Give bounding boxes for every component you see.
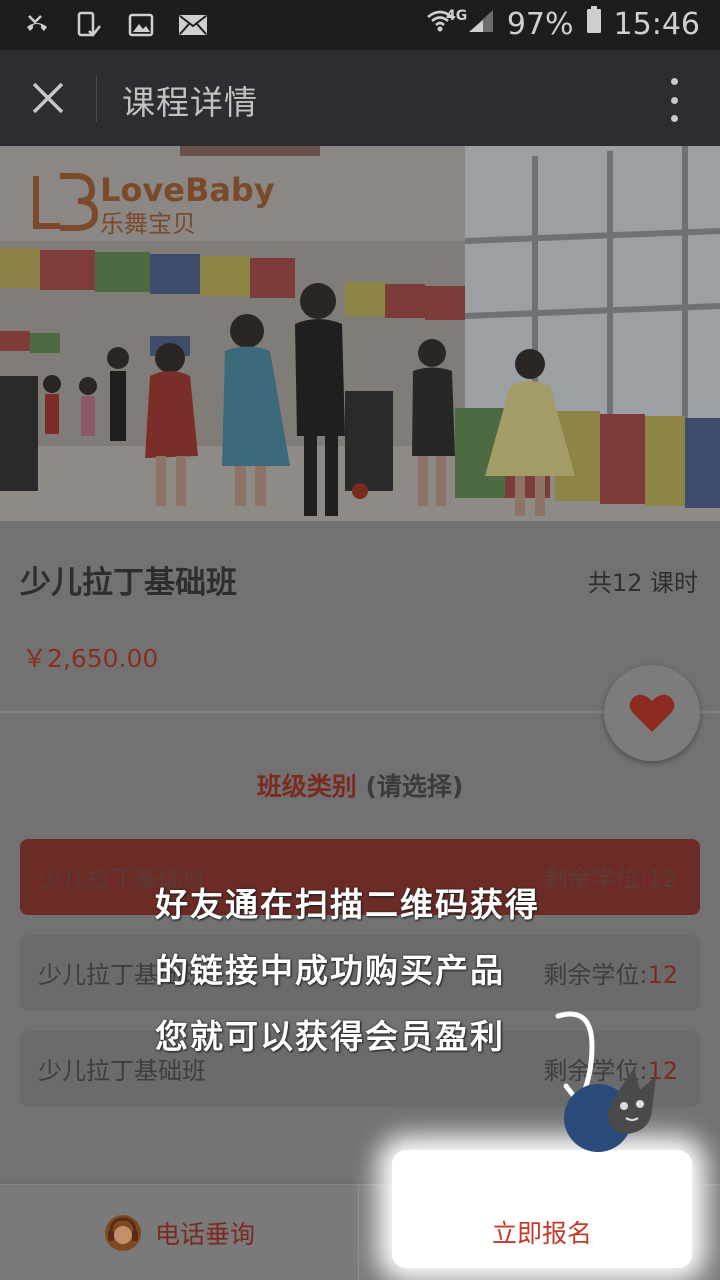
lesson-count: 共12 课时 [587, 569, 698, 597]
clock-time: 15:46 [613, 6, 700, 42]
nav-bar: 课程详情 [0, 50, 720, 146]
bottom-divider [358, 1185, 359, 1280]
signal-icon [467, 7, 495, 42]
status-bar: 4G 97% 15:46 [0, 0, 720, 50]
register-now-button[interactable]: 立即报名 [392, 1184, 692, 1280]
phone-check-icon [74, 10, 104, 40]
page-title: 课程详情 [122, 83, 258, 122]
annotation-line-1: 好友通在扫描二维码获得 [155, 885, 540, 924]
favorite-button[interactable] [604, 665, 700, 761]
class-title-main: 班级类别 [256, 772, 357, 801]
battery-icon [586, 6, 602, 42]
image-icon [126, 10, 156, 40]
missed-call-icon [22, 10, 52, 40]
phone-inquiry-label: 电话垂询 [154, 1220, 255, 1249]
heart-icon [629, 694, 675, 732]
annotation-line-2: 的链接中成功购买产品 [155, 951, 505, 990]
class-title-sub: (请选择) [365, 772, 464, 801]
class-option-seats: 剩余学位:12 [543, 961, 678, 989]
wifi-icon [425, 7, 455, 42]
battery-percent: 97% [506, 6, 574, 42]
course-price: ￥2,650.00 [22, 644, 159, 673]
annotation-line-3: 您就可以获得会员盈利 [155, 1017, 505, 1056]
nav-divider [96, 76, 97, 122]
class-selection-title: 班级类别 (请选择) [0, 767, 720, 803]
customer-service-icon [104, 1215, 141, 1251]
class-option-seats: 剩余学位:12 [543, 865, 678, 893]
mail-icon [178, 10, 208, 40]
phone-inquiry-button[interactable]: 电话垂询 [0, 1185, 358, 1280]
course-name: 少儿拉丁基础班 [20, 565, 237, 601]
close-icon[interactable] [22, 74, 74, 122]
cat-sticker-icon [560, 1060, 670, 1160]
logo-subtitle-text: 乐舞宝贝 [100, 210, 196, 238]
logo-brand-text: LoveBaby [100, 171, 275, 209]
course-hero-image: LoveBaby 乐舞宝贝 [0, 146, 720, 521]
more-options-icon[interactable] [666, 78, 682, 122]
